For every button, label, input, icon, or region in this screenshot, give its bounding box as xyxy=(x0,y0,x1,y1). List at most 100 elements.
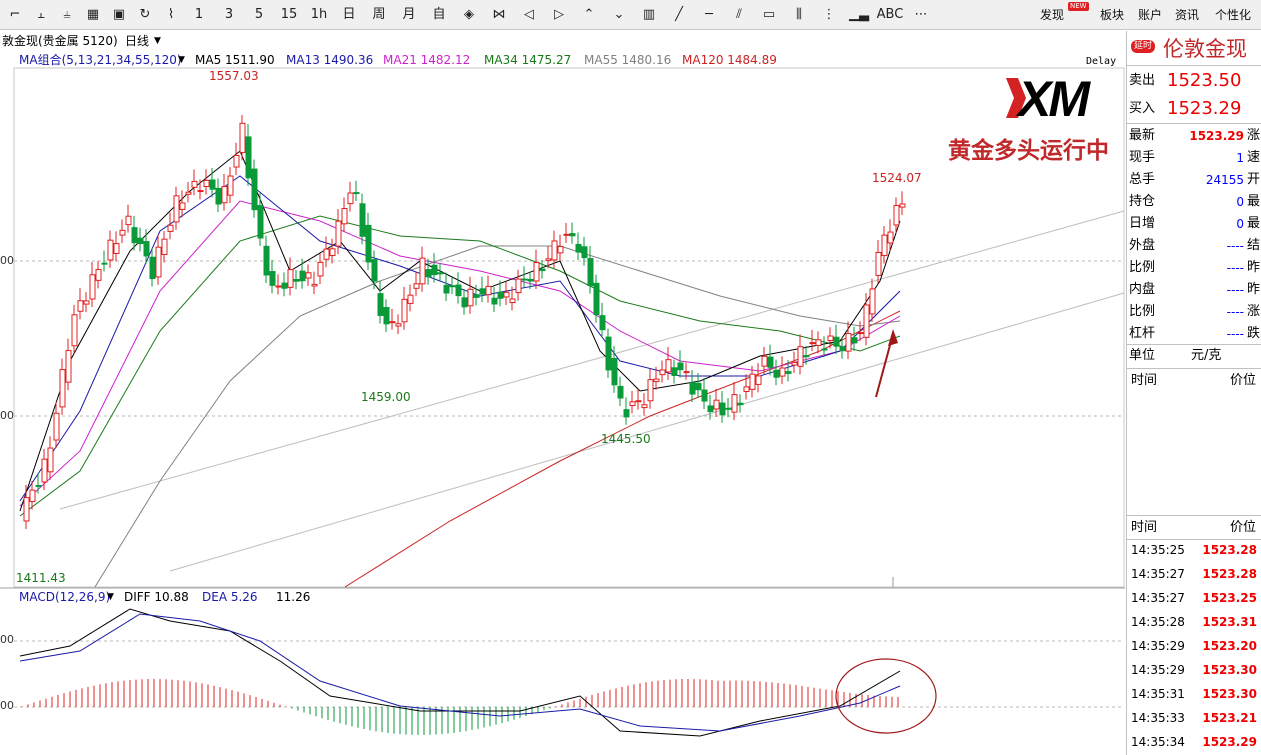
quote-header: 延时 伦敦金现 xyxy=(1127,31,1261,61)
candle-body xyxy=(275,285,282,288)
candle-body xyxy=(143,241,150,257)
menu-2[interactable]: 账户 xyxy=(1138,0,1162,30)
period-button-6[interactable]: 周 xyxy=(366,0,392,30)
rect-tool-icon[interactable]: ▭ xyxy=(756,0,782,30)
save-icon[interactable]: ▣ xyxy=(108,0,130,30)
candle-body xyxy=(431,264,438,276)
layout-icon[interactable]: ▥ xyxy=(636,0,662,30)
candle-body xyxy=(89,274,96,300)
xm-logo: XM xyxy=(1004,71,1119,127)
candle-body xyxy=(371,259,378,282)
period-button-5[interactable]: 日 xyxy=(336,0,362,30)
candle-body xyxy=(425,269,432,278)
macd-axis-label-mid: 00 xyxy=(0,699,14,712)
period-button-1[interactable]: 3 xyxy=(216,0,242,30)
zoom-in-icon[interactable]: ◈ xyxy=(456,0,482,30)
more-tools-icon[interactable]: ⋯ xyxy=(908,0,934,30)
refresh-icon[interactable]: ↻ xyxy=(134,0,156,30)
quote-row-label: 内盘 xyxy=(1129,282,1156,297)
candle-body xyxy=(23,497,30,522)
candle-body xyxy=(599,315,606,331)
candle-body xyxy=(611,357,618,386)
zoom-out-icon[interactable]: ⋈ xyxy=(486,0,512,30)
ticks-time-header: 时间 xyxy=(1131,520,1158,535)
quote-row-value: ---- xyxy=(1226,327,1244,341)
candle-body xyxy=(149,256,156,280)
candle-body xyxy=(503,291,510,298)
candle-body xyxy=(29,489,36,502)
left-arrow-icon[interactable]: ◁ xyxy=(516,0,542,30)
candle-body xyxy=(479,288,486,295)
annotation-text: 黄金多头运行中 xyxy=(948,138,1109,164)
menu-1[interactable]: 板块 xyxy=(1100,0,1124,30)
candle-body xyxy=(617,385,624,399)
bar-tick-icon[interactable]: ⫠ xyxy=(30,0,52,30)
tick-row: 14:35:31 1523.30 xyxy=(1127,682,1261,706)
down-icon[interactable]: ⌄ xyxy=(606,0,632,30)
candle-body xyxy=(881,234,888,257)
macd-group xyxy=(19,608,901,737)
bars-icon[interactable]: ▁▃ xyxy=(846,0,872,30)
menu-0[interactable]: 发现 xyxy=(1040,0,1064,30)
candle-body xyxy=(695,382,702,391)
line-chart-icon[interactable]: ⌐ xyxy=(4,0,26,30)
sell-price[interactable]: 1523.50 xyxy=(1167,67,1241,95)
period-button-2[interactable]: 5 xyxy=(246,0,272,30)
candle-body xyxy=(473,294,480,298)
ma21-line xyxy=(19,200,901,507)
tick-row: 14:35:27 1523.25 xyxy=(1127,586,1261,610)
text-tool-icon[interactable]: ABC xyxy=(876,0,904,30)
macd-label[interactable]: MACD(12,26,9) xyxy=(19,589,110,605)
candle-body xyxy=(401,298,408,323)
candle-body xyxy=(755,375,762,385)
candle-body xyxy=(215,187,222,205)
fib-tool-icon[interactable]: ⋮ xyxy=(816,0,842,30)
tick-price: 1523.30 xyxy=(1202,687,1257,701)
candle-body xyxy=(203,179,210,187)
candle-icon[interactable]: ⫨ xyxy=(56,0,78,30)
menu-3[interactable]: 资讯 xyxy=(1175,0,1199,30)
vline-tool-icon[interactable]: ⫼ xyxy=(786,0,812,30)
candle-body xyxy=(383,307,390,325)
channel-tool-icon[interactable]: ⫽ xyxy=(726,0,752,30)
candle-body xyxy=(317,261,324,277)
period-button-3[interactable]: 15 xyxy=(276,0,302,30)
candle-body xyxy=(629,401,636,407)
period-button-0[interactable]: 1 xyxy=(186,0,212,30)
sell-row: 卖出 1523.50 xyxy=(1127,67,1261,95)
right-arrow-icon[interactable]: ▷ xyxy=(546,0,572,30)
candle-body xyxy=(71,314,78,347)
buy-price[interactable]: 1523.29 xyxy=(1167,95,1241,123)
candle-body xyxy=(899,203,906,208)
period-button-8[interactable]: 自 xyxy=(426,0,452,30)
candle-body xyxy=(413,283,420,289)
candle-body xyxy=(851,337,858,344)
macd-dea-label: DEA 5.26 xyxy=(202,590,258,604)
tick-time: 14:35:25 xyxy=(1131,543,1185,557)
quote-row: 外盘 ---- 结 xyxy=(1127,235,1261,257)
candle-body xyxy=(389,321,396,324)
period-button-7[interactable]: 月 xyxy=(396,0,422,30)
candle-body xyxy=(875,251,882,276)
ma-lines-group xyxy=(19,150,901,588)
tick-time: 14:35:33 xyxy=(1131,711,1185,725)
quote-row-extra: 涨 xyxy=(1247,304,1261,319)
period-button-4[interactable]: 1h xyxy=(306,0,332,30)
candle-body xyxy=(299,270,306,282)
menu-4[interactable]: 个性化 xyxy=(1215,0,1251,30)
up-icon[interactable]: ⌃ xyxy=(576,0,602,30)
tick-price: 1523.28 xyxy=(1202,543,1257,557)
hline-tool-icon[interactable]: ─ xyxy=(696,0,722,30)
tick-row: 14:35:27 1523.28 xyxy=(1127,562,1261,586)
candle-body xyxy=(77,300,84,312)
board-icon[interactable]: ▦ xyxy=(82,0,104,30)
candle-body xyxy=(671,367,678,376)
quote-row-value: 0 xyxy=(1236,195,1244,209)
delay-badge: 延时 xyxy=(1131,40,1156,53)
draw-icon[interactable]: ⌇ xyxy=(160,0,182,30)
macd-dropdown-icon[interactable]: ▼ xyxy=(107,589,114,605)
candle-body xyxy=(887,231,894,244)
candle-body xyxy=(59,369,66,408)
quote-row-value: ---- xyxy=(1226,261,1244,275)
line-tool-icon[interactable]: ╱ xyxy=(666,0,692,30)
